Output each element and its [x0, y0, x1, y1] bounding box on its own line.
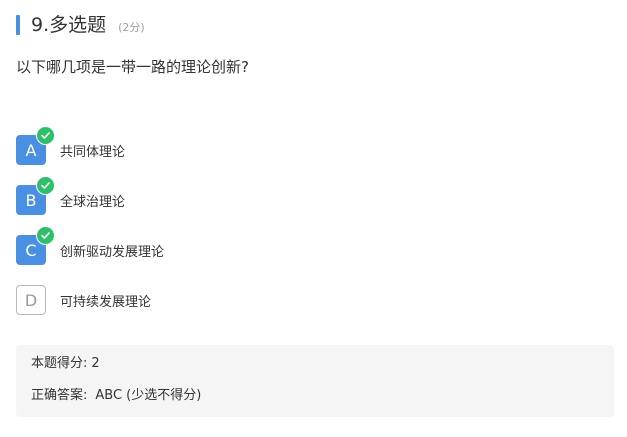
answer-value: ABC (少选不得分)	[95, 388, 202, 403]
score-value: 2	[91, 356, 100, 371]
check-icon	[36, 126, 55, 145]
option-letter-text: C	[25, 240, 37, 260]
answer-label: 正确答案:	[31, 388, 88, 403]
option-label-d: 可持续发展理论	[60, 294, 152, 310]
option-c[interactable]: C 创新驱动发展理论	[16, 226, 165, 265]
answer-line: 正确答案: ABC (少选不得分)	[31, 387, 201, 405]
option-label-a: 共同体理论	[60, 144, 126, 160]
score-label: 本题得分:	[31, 356, 88, 371]
check-icon	[36, 176, 55, 195]
option-letter-text: A	[25, 140, 37, 160]
options-list: A 共同体理论 B 全球治理论 C 创新驱动发展理论 D 可持续发展理论	[16, 126, 165, 335]
title-accent-bar	[16, 15, 20, 35]
option-letter-text: B	[25, 190, 37, 210]
score-line: 本题得分: 2	[31, 355, 100, 373]
result-summary-box: 本题得分: 2 正确答案: ABC (少选不得分)	[16, 345, 614, 417]
option-a[interactable]: A 共同体理论	[16, 126, 164, 165]
question-text: 以下哪几项是一带一路的理论创新?	[16, 58, 249, 76]
option-b[interactable]: B 全球治理论	[16, 176, 164, 215]
option-letter-b[interactable]: B	[16, 176, 55, 215]
option-letter-text: D	[24, 290, 38, 310]
option-d[interactable]: D 可持续发展理论	[16, 285, 164, 315]
check-icon	[36, 226, 55, 245]
question-header: 9.多选题 (2分)	[16, 13, 145, 37]
option-letter-c[interactable]: C	[16, 226, 55, 265]
option-label-c: 创新驱动发展理论	[60, 244, 165, 260]
question-score-tag: (2分)	[118, 21, 145, 34]
option-letter-d[interactable]: D	[16, 285, 46, 315]
option-letter-a[interactable]: A	[16, 126, 55, 165]
option-label-b: 全球治理论	[60, 194, 126, 210]
question-title: 9.多选题	[31, 14, 107, 36]
